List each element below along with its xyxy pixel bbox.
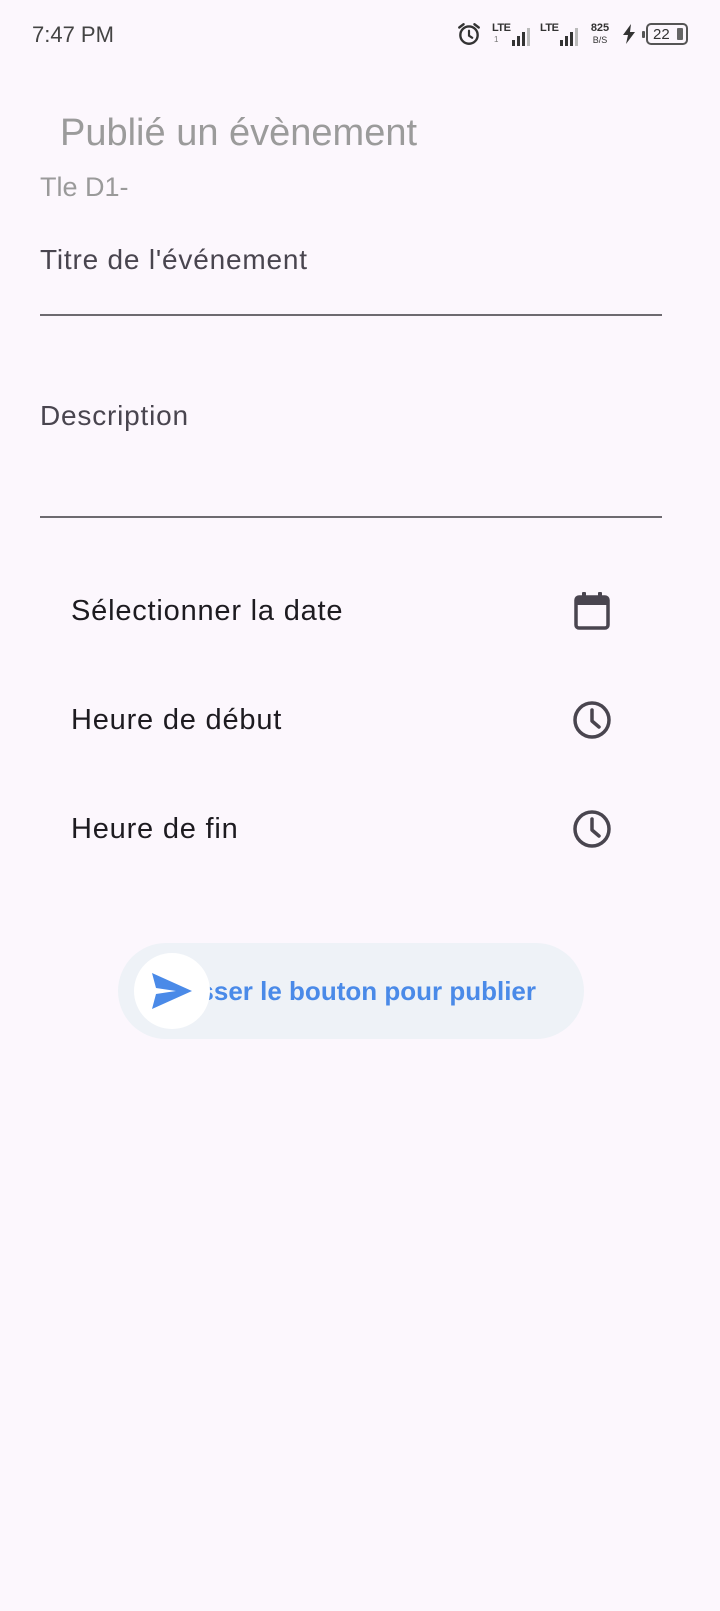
battery-level: 22 (653, 25, 670, 43)
start-time-label: Heure de début (71, 703, 283, 736)
network-speed-unit: B/S (592, 35, 608, 45)
event-title-label: Titre de l'événement (40, 244, 308, 275)
end-time-row[interactable]: Heure de fin (40, 784, 662, 874)
event-title-field[interactable]: Titre de l'événement (40, 238, 662, 316)
signal-icon: LTE 1 (492, 20, 530, 48)
network-speed-value: 825 (590, 22, 610, 34)
class-subtitle: Tle D1- (40, 172, 129, 202)
network-type-label: LTE (540, 22, 559, 34)
swipe-to-publish-button[interactable]: Glisser le bouton pour publier (118, 943, 584, 1039)
description-field[interactable]: Description (40, 392, 662, 518)
clock-icon[interactable] (572, 700, 612, 740)
end-time-label: Heure de fin (71, 812, 239, 845)
select-date-label: Sélectionner la date (71, 594, 344, 627)
description-label: Description (40, 400, 189, 431)
select-date-row[interactable]: Sélectionner la date (40, 566, 662, 656)
page-title: Publié un évènement (60, 112, 418, 154)
start-time-row[interactable]: Heure de début (40, 675, 662, 765)
clock-icon[interactable] (572, 809, 612, 849)
signal-icon: LTE (540, 20, 578, 48)
network-type-label: LTE (492, 22, 511, 34)
screen: 7:47 PM LTE 1 LTE 825 B/S 22 Publié un é… (0, 0, 720, 1611)
status-time: 7:47 PM (32, 22, 114, 47)
network-speed: 825 B/S (588, 22, 612, 46)
send-icon (152, 973, 192, 1009)
network-sim-label: 1 (494, 35, 499, 44)
swipe-knob[interactable] (134, 953, 210, 1029)
charging-icon (623, 24, 635, 44)
status-icons: LTE 1 LTE 825 B/S 22 (456, 20, 688, 48)
status-bar: 7:47 PM LTE 1 LTE 825 B/S 22 (0, 0, 720, 72)
calendar-icon[interactable] (572, 591, 612, 631)
battery-icon: 22 (642, 23, 688, 45)
alarm-icon (458, 23, 480, 45)
